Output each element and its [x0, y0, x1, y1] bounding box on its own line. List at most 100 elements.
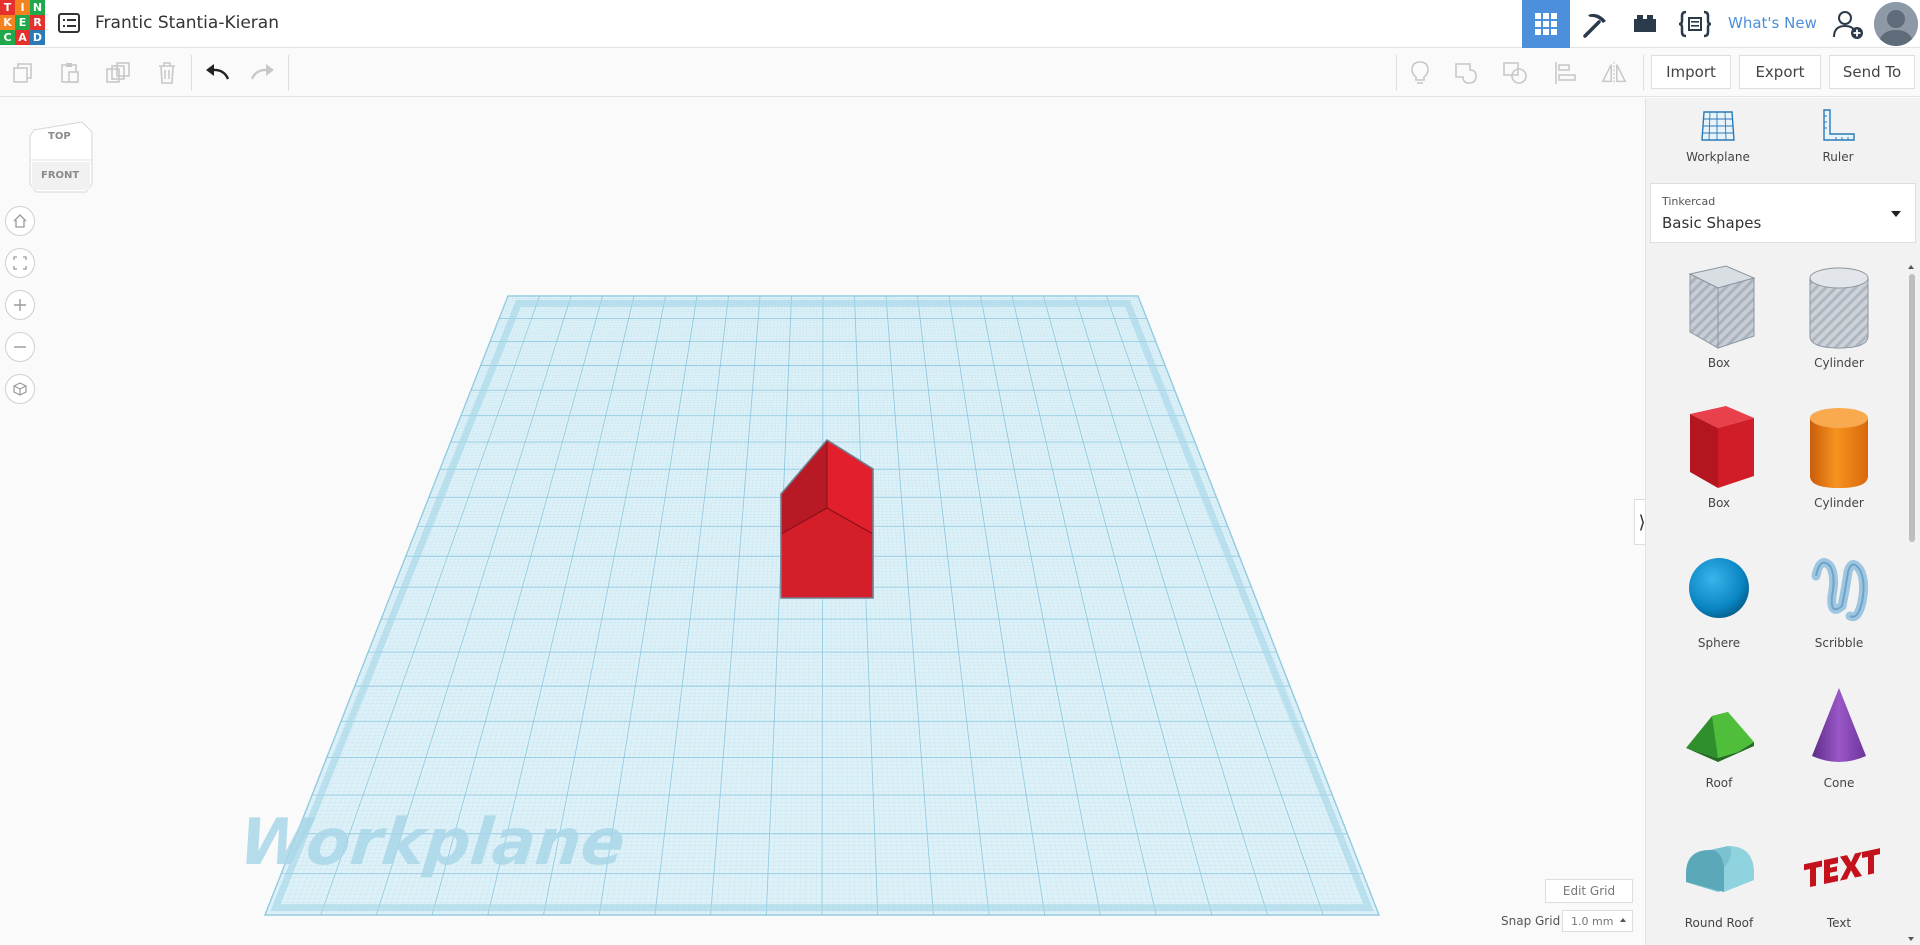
send-to-button[interactable]: Send To	[1829, 55, 1915, 89]
view-cube[interactable]: TOP FRONT	[28, 121, 94, 200]
tinkercad-logo[interactable]: T I N K E R C A D	[0, 0, 45, 45]
chevron-down-icon	[1891, 211, 1901, 217]
viewcube-top-label[interactable]: TOP	[48, 131, 71, 142]
ruler-tool[interactable]: Ruler	[1788, 106, 1888, 176]
library-source: Tinkercad	[1662, 195, 1716, 208]
zoom-in-icon[interactable]	[5, 290, 35, 320]
pickaxe-icon[interactable]	[1572, 0, 1618, 48]
sphere-icon	[1689, 558, 1749, 618]
shape-grid: Box Cylinder Box Cylinder Sphere Scribbl…	[1646, 256, 1908, 945]
shape-roof[interactable]: Roof	[1664, 676, 1774, 806]
shape-cylinder[interactable]: Cylinder	[1784, 396, 1894, 526]
viewcube-front-label[interactable]: FRONT	[41, 170, 79, 181]
logo-letter: D	[30, 30, 45, 45]
toolbar-divider	[288, 55, 289, 91]
shape-label: Box	[1707, 356, 1731, 370]
library-name: Basic Shapes	[1662, 214, 1762, 232]
duplicate-icon[interactable]	[104, 59, 132, 87]
roof-icon	[1686, 712, 1754, 762]
fit-icon[interactable]	[5, 248, 35, 278]
align-icon[interactable]	[1552, 59, 1580, 87]
3d-viewport[interactable]: Workplane TOP FRONT Edit Grid Snap Grid …	[0, 98, 1645, 945]
ruler-icon	[1823, 109, 1855, 141]
import-button[interactable]: Import	[1651, 55, 1731, 89]
list-icon[interactable]	[56, 10, 82, 36]
shape-round-roof[interactable]: Round Roof	[1664, 816, 1774, 945]
shape-library-dropdown[interactable]: Tinkercad Basic Shapes	[1650, 183, 1916, 243]
shape-label: Text	[1826, 916, 1852, 930]
zoom-out-icon[interactable]	[5, 332, 35, 362]
undo-icon[interactable]	[203, 59, 231, 87]
redo-icon[interactable]	[249, 59, 277, 87]
shape-cone[interactable]: Cone	[1784, 676, 1894, 806]
grid-3d-icon[interactable]	[1522, 0, 1570, 48]
shape-text[interactable]: Text	[1784, 816, 1894, 945]
shape-label: Cylinder	[1814, 496, 1864, 510]
workplane-scene[interactable]: Workplane	[0, 98, 1645, 945]
project-title[interactable]: Frantic Stantia-Kieran	[95, 13, 279, 33]
shape-label: Cylinder	[1814, 356, 1864, 370]
tinkercad-app: T I N K E R C A D Frantic Stantia-Kieran…	[0, 0, 1920, 945]
logo-letter: E	[15, 15, 30, 30]
ruler-tool-label: Ruler	[1822, 150, 1854, 164]
shape-hole-box[interactable]: Box	[1664, 256, 1774, 386]
paste-icon[interactable]	[56, 59, 84, 87]
logo-letter: N	[30, 0, 45, 15]
shape-label: Round Roof	[1684, 916, 1754, 930]
export-button[interactable]: Export	[1739, 55, 1821, 89]
codeblocks-icon[interactable]	[1670, 0, 1720, 48]
shape-label: Sphere	[1697, 636, 1741, 650]
shape-label: Roof	[1705, 776, 1733, 790]
avatar[interactable]	[1874, 2, 1918, 46]
workplane-tool[interactable]: Workplane	[1668, 106, 1768, 176]
shape-sphere[interactable]: Sphere	[1664, 536, 1774, 666]
brick-icon[interactable]	[1622, 0, 1668, 48]
workplane-icon	[1701, 111, 1735, 141]
logo-letter: C	[0, 30, 15, 45]
group-icon[interactable]	[1453, 59, 1481, 87]
logo-letter: T	[0, 0, 15, 15]
perspective-icon[interactable]	[5, 374, 35, 404]
whats-new-link[interactable]: What's New	[1728, 14, 1817, 32]
edit-toolbar: Import Export Send To	[0, 49, 1920, 97]
mirror-icon[interactable]	[1600, 59, 1628, 87]
logo-letter: I	[15, 0, 30, 15]
text-shape-icon	[1804, 848, 1880, 888]
toolbar-divider	[1643, 55, 1644, 91]
hole-box-icon	[1688, 265, 1756, 349]
hole-cylinder-icon	[1809, 267, 1869, 349]
workplane-tool-label: Workplane	[1686, 150, 1750, 164]
scribble-icon	[1811, 558, 1869, 622]
note-icon[interactable]	[1406, 59, 1434, 87]
ungroup-icon[interactable]	[1502, 59, 1530, 87]
snap-grid-select[interactable]: 1.0 mm	[1562, 910, 1633, 932]
shape-hole-cylinder[interactable]: Cylinder	[1784, 256, 1894, 386]
box-icon	[1690, 406, 1754, 488]
shape-box[interactable]: Box	[1664, 396, 1774, 526]
shape-label: Scribble	[1814, 636, 1864, 650]
scrollbar-thumb[interactable]	[1909, 274, 1915, 542]
cone-icon	[1812, 688, 1866, 762]
logo-letter: K	[0, 15, 15, 30]
copy-icon[interactable]	[9, 59, 37, 87]
delete-icon[interactable]	[153, 59, 181, 87]
cylinder-icon	[1810, 408, 1868, 488]
snap-grid-label: Snap Grid	[1501, 914, 1561, 928]
shapes-panel: Workplane Ruler Tinkercad Basic Shapes B…	[1645, 98, 1920, 945]
edit-grid-button[interactable]: Edit Grid	[1545, 879, 1633, 903]
logo-letter: R	[30, 15, 45, 30]
toolbar-divider	[1396, 55, 1397, 91]
home-icon[interactable]	[5, 206, 35, 236]
shape-scribble[interactable]: Scribble	[1784, 536, 1894, 666]
top-header: T I N K E R C A D Frantic Stantia-Kieran…	[0, 0, 1920, 48]
add-user-icon[interactable]	[1828, 0, 1868, 48]
caret-up-icon	[1620, 918, 1626, 922]
workplane-watermark: Workplane	[236, 805, 629, 880]
shape-label: Box	[1707, 496, 1731, 510]
logo-letter: A	[15, 30, 30, 45]
panel-scrollbar[interactable]	[1906, 262, 1916, 945]
round-roof-icon	[1686, 846, 1754, 892]
shape-label: Cone	[1823, 776, 1855, 790]
snap-grid-value: 1.0 mm	[1571, 914, 1614, 928]
toolbar-divider	[191, 55, 192, 91]
